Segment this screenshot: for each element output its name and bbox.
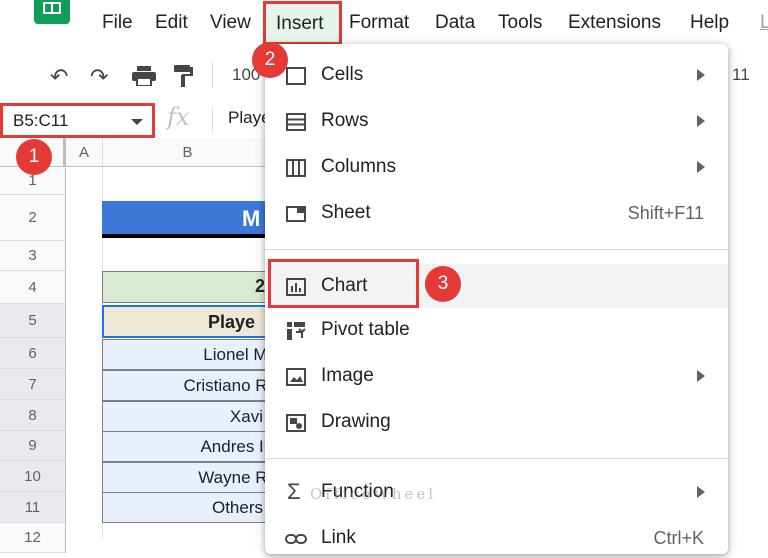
menu-data[interactable]: Data <box>435 12 475 34</box>
menu-item-label: Image <box>321 365 374 386</box>
column-header-b[interactable]: B <box>103 138 273 167</box>
player-cell[interactable]: Cristiano Ro <box>102 370 268 401</box>
table-header-row4-text: 2 <box>255 276 266 296</box>
step-badge-1: 1 <box>16 139 52 175</box>
player-header-cell[interactable]: Playe <box>102 305 268 338</box>
player-name: Lionel Me <box>203 345 268 364</box>
menu-item-sheet[interactable]: Sheet Shift+F11 <box>265 193 728 233</box>
player-name: Wayne Ro <box>198 468 268 487</box>
player-name: Cristiano Ro <box>183 376 268 395</box>
name-box[interactable]: B5:C11 <box>0 103 155 138</box>
columns-icon <box>286 159 306 177</box>
watermark: OfficeWheel <box>310 485 437 503</box>
formula-divider <box>212 108 213 132</box>
player-name: Others <box>211 498 263 517</box>
menu-divider <box>265 458 728 459</box>
menu-item-pivot-table[interactable]: Pivot table <box>265 310 728 350</box>
pivot-table-icon <box>287 322 306 340</box>
row-header-5[interactable]: 5 <box>0 304 66 338</box>
menu-item-image[interactable]: Image <box>265 356 728 396</box>
submenu-arrow-icon <box>697 370 705 382</box>
print-icon[interactable] <box>132 66 156 86</box>
sheet-icon <box>286 206 306 222</box>
chart-highlight-box <box>268 259 419 308</box>
menu-item-label: Pivot table <box>321 319 410 340</box>
menu-last-edit[interactable]: L <box>760 12 768 34</box>
player-cell[interactable]: Lionel Me <box>102 339 268 370</box>
row-header-6[interactable]: 6 <box>0 338 66 369</box>
menu-item-label: Drawing <box>321 411 391 432</box>
player-cell[interactable]: Andres Ini <box>102 431 268 462</box>
row-header-10[interactable]: 10 <box>0 461 66 492</box>
fx-icon: fx <box>167 103 190 131</box>
table-title-cell[interactable]: M <box>102 201 268 238</box>
sigma-icon: Σ <box>287 479 301 504</box>
menu-item-cells[interactable]: Cells <box>265 55 728 95</box>
menu-tools[interactable]: Tools <box>498 12 542 34</box>
submenu-arrow-icon <box>697 69 705 81</box>
player-cell[interactable]: Xavi <box>102 401 268 432</box>
menu-view[interactable]: View <box>210 12 251 34</box>
menu-divider <box>265 249 728 250</box>
menu-insert[interactable]: Insert <box>263 1 342 45</box>
table-header-row4[interactable]: 2 <box>102 271 268 303</box>
name-box-value: B5:C11 <box>13 111 69 130</box>
menu-item-drawing[interactable]: Drawing <box>265 402 728 442</box>
submenu-arrow-icon <box>697 161 705 173</box>
menu-item-label: Rows <box>321 110 369 131</box>
submenu-arrow-icon <box>697 115 705 127</box>
shortcut-text: Shift+F11 <box>627 203 704 223</box>
menu-insert-label: Insert <box>276 13 324 34</box>
row-header-12[interactable]: 12 <box>0 523 66 553</box>
row-header-4[interactable]: 4 <box>0 271 66 304</box>
menu-item-label: Columns <box>321 156 396 177</box>
toolbar-divider <box>212 62 213 88</box>
step-badge-2: 2 <box>252 42 288 78</box>
chevron-down-icon[interactable] <box>131 119 143 125</box>
submenu-arrow-icon <box>697 486 705 498</box>
menu-file[interactable]: File <box>102 12 133 34</box>
player-name: Xavi <box>229 407 263 426</box>
menu-item-label: Cells <box>321 64 364 85</box>
row-header-7[interactable]: 7 <box>0 369 66 400</box>
player-header-text: Playe <box>208 312 256 332</box>
player-cell[interactable]: Wayne Ro <box>102 462 268 493</box>
row-header-9[interactable]: 9 <box>0 431 66 461</box>
undo-icon[interactable]: ↶ <box>50 64 68 90</box>
table-title-text: M <box>242 206 261 231</box>
menu-edit[interactable]: Edit <box>155 12 188 34</box>
menu-help[interactable]: Help <box>690 12 729 34</box>
menu-item-columns[interactable]: Columns <box>265 147 728 187</box>
player-name: Andres Ini <box>200 437 267 456</box>
menu-format[interactable]: Format <box>349 12 409 34</box>
link-icon <box>285 534 307 544</box>
menu-item-label: Sheet <box>321 202 371 223</box>
player-cell[interactable]: Others <box>102 492 268 523</box>
step-badge-3: 3 <box>425 266 461 302</box>
font-size-field[interactable]: 11 <box>732 65 750 85</box>
menu-item-rows[interactable]: Rows <box>265 101 728 141</box>
paint-format-icon[interactable] <box>174 65 194 87</box>
drawing-icon <box>286 414 306 432</box>
menu-item-link[interactable]: Link Ctrl+K <box>265 518 728 558</box>
cells-icon <box>286 67 306 85</box>
row-header-2[interactable]: 2 <box>0 195 66 241</box>
row-header-3[interactable]: 3 <box>0 241 66 271</box>
menu-extensions[interactable]: Extensions <box>568 12 661 34</box>
redo-icon[interactable]: ↷ <box>90 64 108 90</box>
image-icon <box>286 368 306 386</box>
menu-item-label: Link <box>321 527 356 548</box>
row-header-8[interactable]: 8 <box>0 400 66 431</box>
rows-icon <box>286 113 306 131</box>
column-header-a[interactable]: A <box>66 138 103 167</box>
menubar: File Edit View Insert Format Data Tools … <box>0 0 768 46</box>
row-header-11[interactable]: 11 <box>0 492 66 523</box>
